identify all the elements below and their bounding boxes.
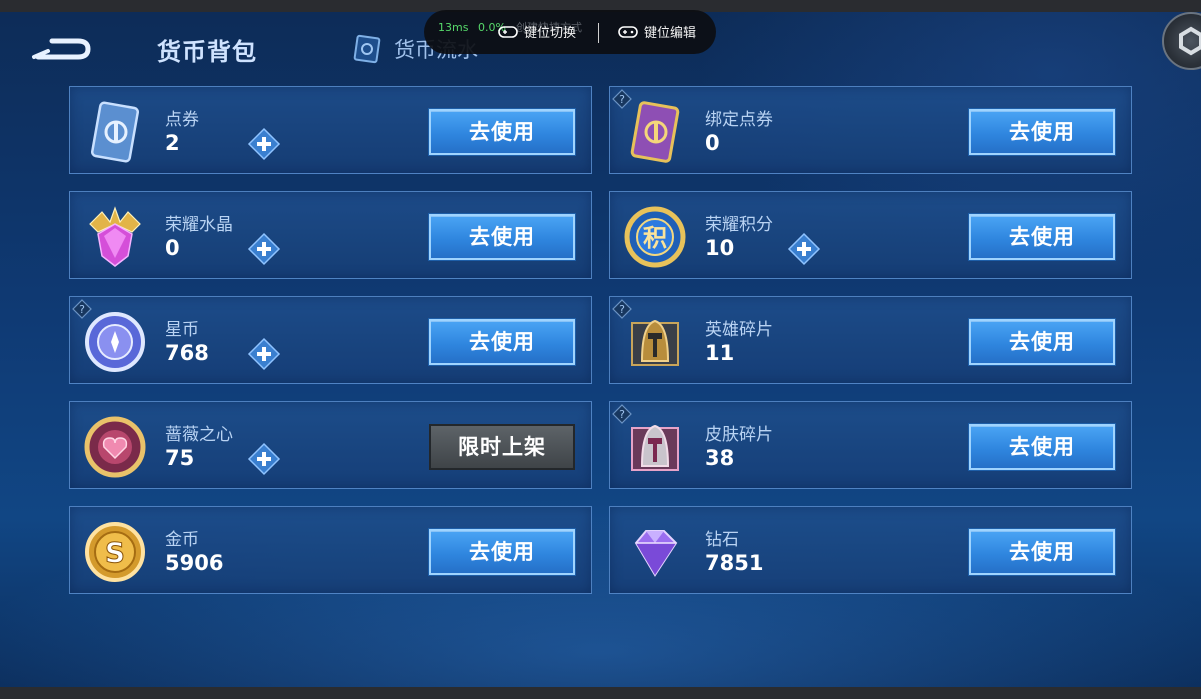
- currency-amount: 7851: [705, 551, 764, 575]
- svg-text:积: 积: [643, 224, 667, 252]
- currency-card-dianquan: 点券 2 去使用: [69, 86, 592, 174]
- currency-card-hero-fragment: ? 英雄碎片 11 去使用: [609, 296, 1132, 384]
- diamond-icon: [634, 530, 678, 577]
- glory-points-icon: 积: [624, 206, 686, 268]
- currency-card-glory-crystal: 荣耀水晶 0 去使用: [69, 191, 592, 279]
- currency-card-gold-coin: S 金币 5906 去使用: [69, 506, 592, 594]
- use-button[interactable]: 去使用: [429, 529, 575, 575]
- currency-card-star-coin: ? 星币 768 去使用: [69, 296, 592, 384]
- use-button[interactable]: 去使用: [429, 109, 575, 155]
- currency-name: 星币: [165, 320, 199, 340]
- currency-name: 钻石: [705, 530, 739, 550]
- currency-card-glory-points: 积 荣耀积分 10 去使用: [609, 191, 1132, 279]
- currency-amount: 10: [705, 236, 735, 260]
- add-currency-button[interactable]: [247, 232, 281, 266]
- window-bottom-frame: [0, 687, 1201, 699]
- gold-coin-icon: S: [85, 522, 145, 582]
- star-coin-icon: [85, 312, 145, 372]
- currency-card-rose-heart: 蔷薇之心 75 限时上架: [69, 401, 592, 489]
- use-button[interactable]: 去使用: [969, 424, 1115, 470]
- currency-flow-icon: [353, 34, 381, 64]
- currency-name: 蔷薇之心: [165, 425, 233, 445]
- svg-text:S: S: [105, 536, 125, 569]
- gear-icon: [1179, 26, 1201, 56]
- add-currency-button[interactable]: [787, 232, 821, 266]
- use-button[interactable]: 去使用: [969, 109, 1115, 155]
- settings-button[interactable]: [1162, 12, 1201, 70]
- key-edit-label: 键位编辑: [644, 26, 697, 41]
- add-currency-button[interactable]: [247, 127, 281, 161]
- use-button[interactable]: 去使用: [429, 214, 575, 260]
- currency-name: 绑定点券: [705, 110, 773, 130]
- currency-amount: 75: [165, 446, 195, 470]
- currency-name: 荣耀水晶: [165, 215, 233, 235]
- currency-name: 点券: [165, 110, 199, 130]
- latency-readout: 13ms: [438, 21, 469, 34]
- tab-currency-bag[interactable]: 货币背包: [157, 32, 257, 67]
- limited-time-button: 限时上架: [429, 424, 575, 470]
- currency-amount: 0: [705, 131, 720, 155]
- use-button[interactable]: 去使用: [429, 319, 575, 365]
- emulator-toolbar: 13ms 0.0% 创建快捷方式 键位切换 键位编辑: [424, 10, 716, 54]
- hero-fragment-icon: [631, 319, 679, 366]
- currency-name: 荣耀积分: [705, 215, 773, 235]
- currency-name: 皮肤碎片: [705, 425, 773, 445]
- key-switch-label: 键位切换: [524, 26, 577, 41]
- ticket-blue-icon: [90, 101, 140, 163]
- currency-amount: 11: [705, 341, 735, 365]
- toolbar-divider: [598, 23, 599, 43]
- rose-heart-icon: [84, 416, 146, 478]
- add-currency-button[interactable]: [247, 442, 281, 476]
- currency-amount: 0: [165, 236, 180, 260]
- currency-card-diamond: 钻石 7851 去使用: [609, 506, 1132, 594]
- add-currency-button[interactable]: [247, 337, 281, 371]
- gamepad-switch-icon: [498, 25, 518, 38]
- ticket-purple-icon: [630, 101, 680, 163]
- use-button[interactable]: 去使用: [969, 319, 1115, 365]
- currency-amount: 5906: [165, 551, 224, 575]
- currency-amount: 2: [165, 131, 180, 155]
- key-edit-button[interactable]: 键位编辑: [618, 22, 696, 41]
- back-button[interactable]: [30, 32, 94, 66]
- currency-name: 金币: [165, 530, 199, 550]
- use-button[interactable]: 去使用: [969, 214, 1115, 260]
- currency-amount: 38: [705, 446, 735, 470]
- key-switch-button[interactable]: 键位切换: [498, 22, 576, 41]
- back-arrow-icon: [32, 38, 91, 60]
- skin-fragment-icon: [631, 424, 679, 471]
- currency-name: 英雄碎片: [705, 320, 773, 340]
- currency-card-skin-fragment: ? 皮肤碎片 38 去使用: [609, 401, 1132, 489]
- gamepad-edit-icon: [618, 25, 638, 38]
- use-button[interactable]: 去使用: [969, 529, 1115, 575]
- currency-card-bound-dianquan: ? 绑定点券 0 去使用: [609, 86, 1132, 174]
- currency-amount: 768: [165, 341, 209, 365]
- glory-crystal-icon: [89, 206, 141, 267]
